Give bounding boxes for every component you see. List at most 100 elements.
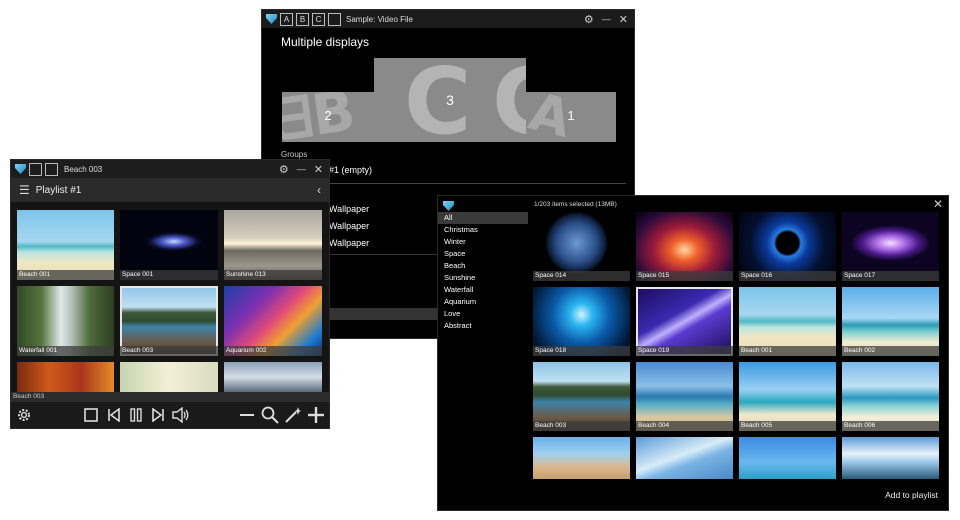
tab-button-a[interactable]: A — [280, 12, 293, 26]
playlist-header: ☰ Playlist #1 ‹ — [11, 178, 329, 202]
search-icon[interactable] — [261, 406, 279, 424]
thumb-caption: Beach 006 — [842, 421, 939, 431]
thumb-caption: Space 018 — [533, 346, 630, 356]
playlist-thumb[interactable]: Sunshine 013 — [224, 210, 322, 280]
wallpaper-item[interactable]: Wallpaper — [329, 221, 369, 231]
playlist-thumb[interactable]: Aquarium 002 — [224, 286, 322, 356]
wallpaper-item[interactable]: Wallpaper — [329, 238, 369, 248]
wallpaper-item[interactable]: Wallpaper — [329, 204, 369, 214]
thumb-caption: Space 019 — [636, 346, 733, 356]
library-thumb-selected[interactable]: Space 019 — [636, 287, 733, 356]
library-thumb[interactable]: Space 017 — [842, 212, 939, 281]
library-thumb[interactable]: Beach 002 — [842, 287, 939, 356]
thumb-caption: Beach 001 — [739, 346, 836, 356]
library-thumb[interactable]: Beach 001 — [739, 287, 836, 356]
pause-icon[interactable] — [129, 408, 143, 422]
thumb-caption: Beach 003 — [533, 421, 630, 431]
library-thumb[interactable]: Space 015 — [636, 212, 733, 281]
thumb-caption: Space 015 — [636, 271, 733, 281]
library-thumb[interactable] — [842, 437, 939, 479]
playlist-thumb[interactable]: Waterfall 001 — [17, 286, 114, 356]
thumb-caption: Space 014 — [533, 271, 630, 281]
list-icon[interactable]: ☰ — [19, 183, 30, 197]
thumb-caption: Beach 001 — [17, 270, 114, 280]
selection-info: 1/203 items selected (13MB) — [534, 201, 617, 208]
library-thumb[interactable]: Beach 003 — [533, 362, 630, 431]
stop-icon[interactable] — [84, 408, 98, 422]
close-icon[interactable]: ✕ — [314, 163, 323, 176]
chevron-left-icon[interactable]: ‹ — [317, 183, 321, 197]
library-thumb[interactable]: Space 016 — [739, 212, 836, 281]
thumb-caption: Waterfall 001 — [17, 346, 114, 356]
windows-icon[interactable] — [328, 12, 341, 26]
playlist-title: Playlist #1 — [35, 184, 82, 196]
app-logo-icon — [443, 201, 454, 211]
playlist-thumb[interactable]: Beach 001 — [17, 210, 114, 280]
app-logo-icon — [266, 14, 277, 24]
magic-wand-icon[interactable] — [284, 406, 302, 424]
category-item[interactable]: Abstract — [438, 320, 528, 332]
minimize-icon[interactable]: — — [602, 14, 611, 24]
window-title: Beach 003 — [64, 164, 103, 174]
skip-forward-icon[interactable] — [151, 408, 165, 422]
monitor-titlebar: A B C Sample: Video File ⚙ — ✕ — [262, 10, 634, 28]
category-item[interactable]: Sunshine — [438, 272, 528, 284]
groups-label: Groups — [281, 150, 308, 159]
display-2[interactable]: ᗺB 2 — [282, 92, 374, 142]
tab-button-b[interactable]: B — [296, 12, 309, 26]
library-thumb[interactable] — [739, 437, 836, 479]
display-number: 1 — [567, 108, 575, 123]
divider — [281, 183, 626, 184]
gear-icon[interactable]: ⚙ — [279, 163, 289, 176]
display-number: 3 — [446, 92, 454, 108]
close-icon[interactable]: ✕ — [619, 13, 628, 26]
window-title: Sample: Video File — [346, 14, 413, 24]
status-text: Beach 003 — [13, 393, 45, 400]
library-thumb[interactable] — [636, 437, 733, 479]
group-value[interactable]: #1 (empty) — [329, 165, 372, 175]
gear-icon[interactable] — [16, 407, 32, 423]
library-window: 1/203 items selected (13MB) ✕ All Christ… — [438, 196, 948, 510]
library-thumb[interactable]: Beach 004 — [636, 362, 733, 431]
gear-icon[interactable]: ⚙ — [584, 13, 594, 26]
minimize-icon[interactable]: — — [297, 164, 306, 174]
display-3[interactable]: C C 3 — [374, 58, 526, 142]
library-thumb[interactable] — [533, 437, 630, 479]
library-thumb[interactable]: Beach 006 — [842, 362, 939, 431]
monitor-icon[interactable] — [29, 162, 42, 176]
display-number: 2 — [324, 108, 332, 123]
playlist-thumb[interactable] — [17, 362, 114, 392]
skip-back-icon[interactable] — [107, 408, 121, 422]
library-thumb[interactable]: Space 018 — [533, 287, 630, 356]
add-to-playlist-button[interactable]: Add to playlist — [885, 490, 938, 500]
category-item[interactable]: Christmas — [438, 224, 528, 236]
thumb-caption: Space 001 — [120, 270, 218, 280]
windows-icon[interactable] — [45, 162, 58, 176]
close-icon[interactable]: ✕ — [933, 197, 943, 211]
category-item[interactable]: Aquarium — [438, 296, 528, 308]
volume-icon[interactable] — [172, 407, 190, 423]
playlist-thumb[interactable] — [224, 362, 322, 392]
player-window: Beach 003 ⚙ — ✕ ☰ Playlist #1 ‹ Beach 00… — [11, 160, 329, 428]
category-item-active[interactable]: All — [438, 212, 528, 224]
category-item[interactable]: Space — [438, 248, 528, 260]
app-logo-icon — [15, 164, 26, 174]
plus-icon[interactable] — [307, 406, 325, 424]
minus-icon[interactable] — [239, 408, 255, 422]
category-item[interactable]: Waterfall — [438, 284, 528, 296]
category-item[interactable]: Love — [438, 308, 528, 320]
library-thumb[interactable]: Beach 005 — [739, 362, 836, 431]
display-1[interactable]: A 1 — [526, 92, 616, 142]
playlist-thumb[interactable]: Space 001 — [120, 210, 218, 280]
playlist-thumb-selected[interactable]: Beach 003 — [120, 286, 218, 356]
playlist-grid: Beach 001 Space 001 Sunshine 013 Waterfa… — [11, 202, 329, 392]
page-title: Multiple displays — [281, 35, 370, 49]
library-thumb[interactable]: Space 014 — [533, 212, 630, 281]
thumb-caption: Aquarium 002 — [224, 346, 322, 356]
tab-button-c[interactable]: C — [312, 12, 325, 26]
category-item[interactable]: Beach — [438, 260, 528, 272]
thumb-caption: Beach 005 — [739, 421, 836, 431]
category-item[interactable]: Winter — [438, 236, 528, 248]
thumb-caption: Beach 002 — [842, 346, 939, 356]
playlist-thumb[interactable] — [120, 362, 218, 392]
